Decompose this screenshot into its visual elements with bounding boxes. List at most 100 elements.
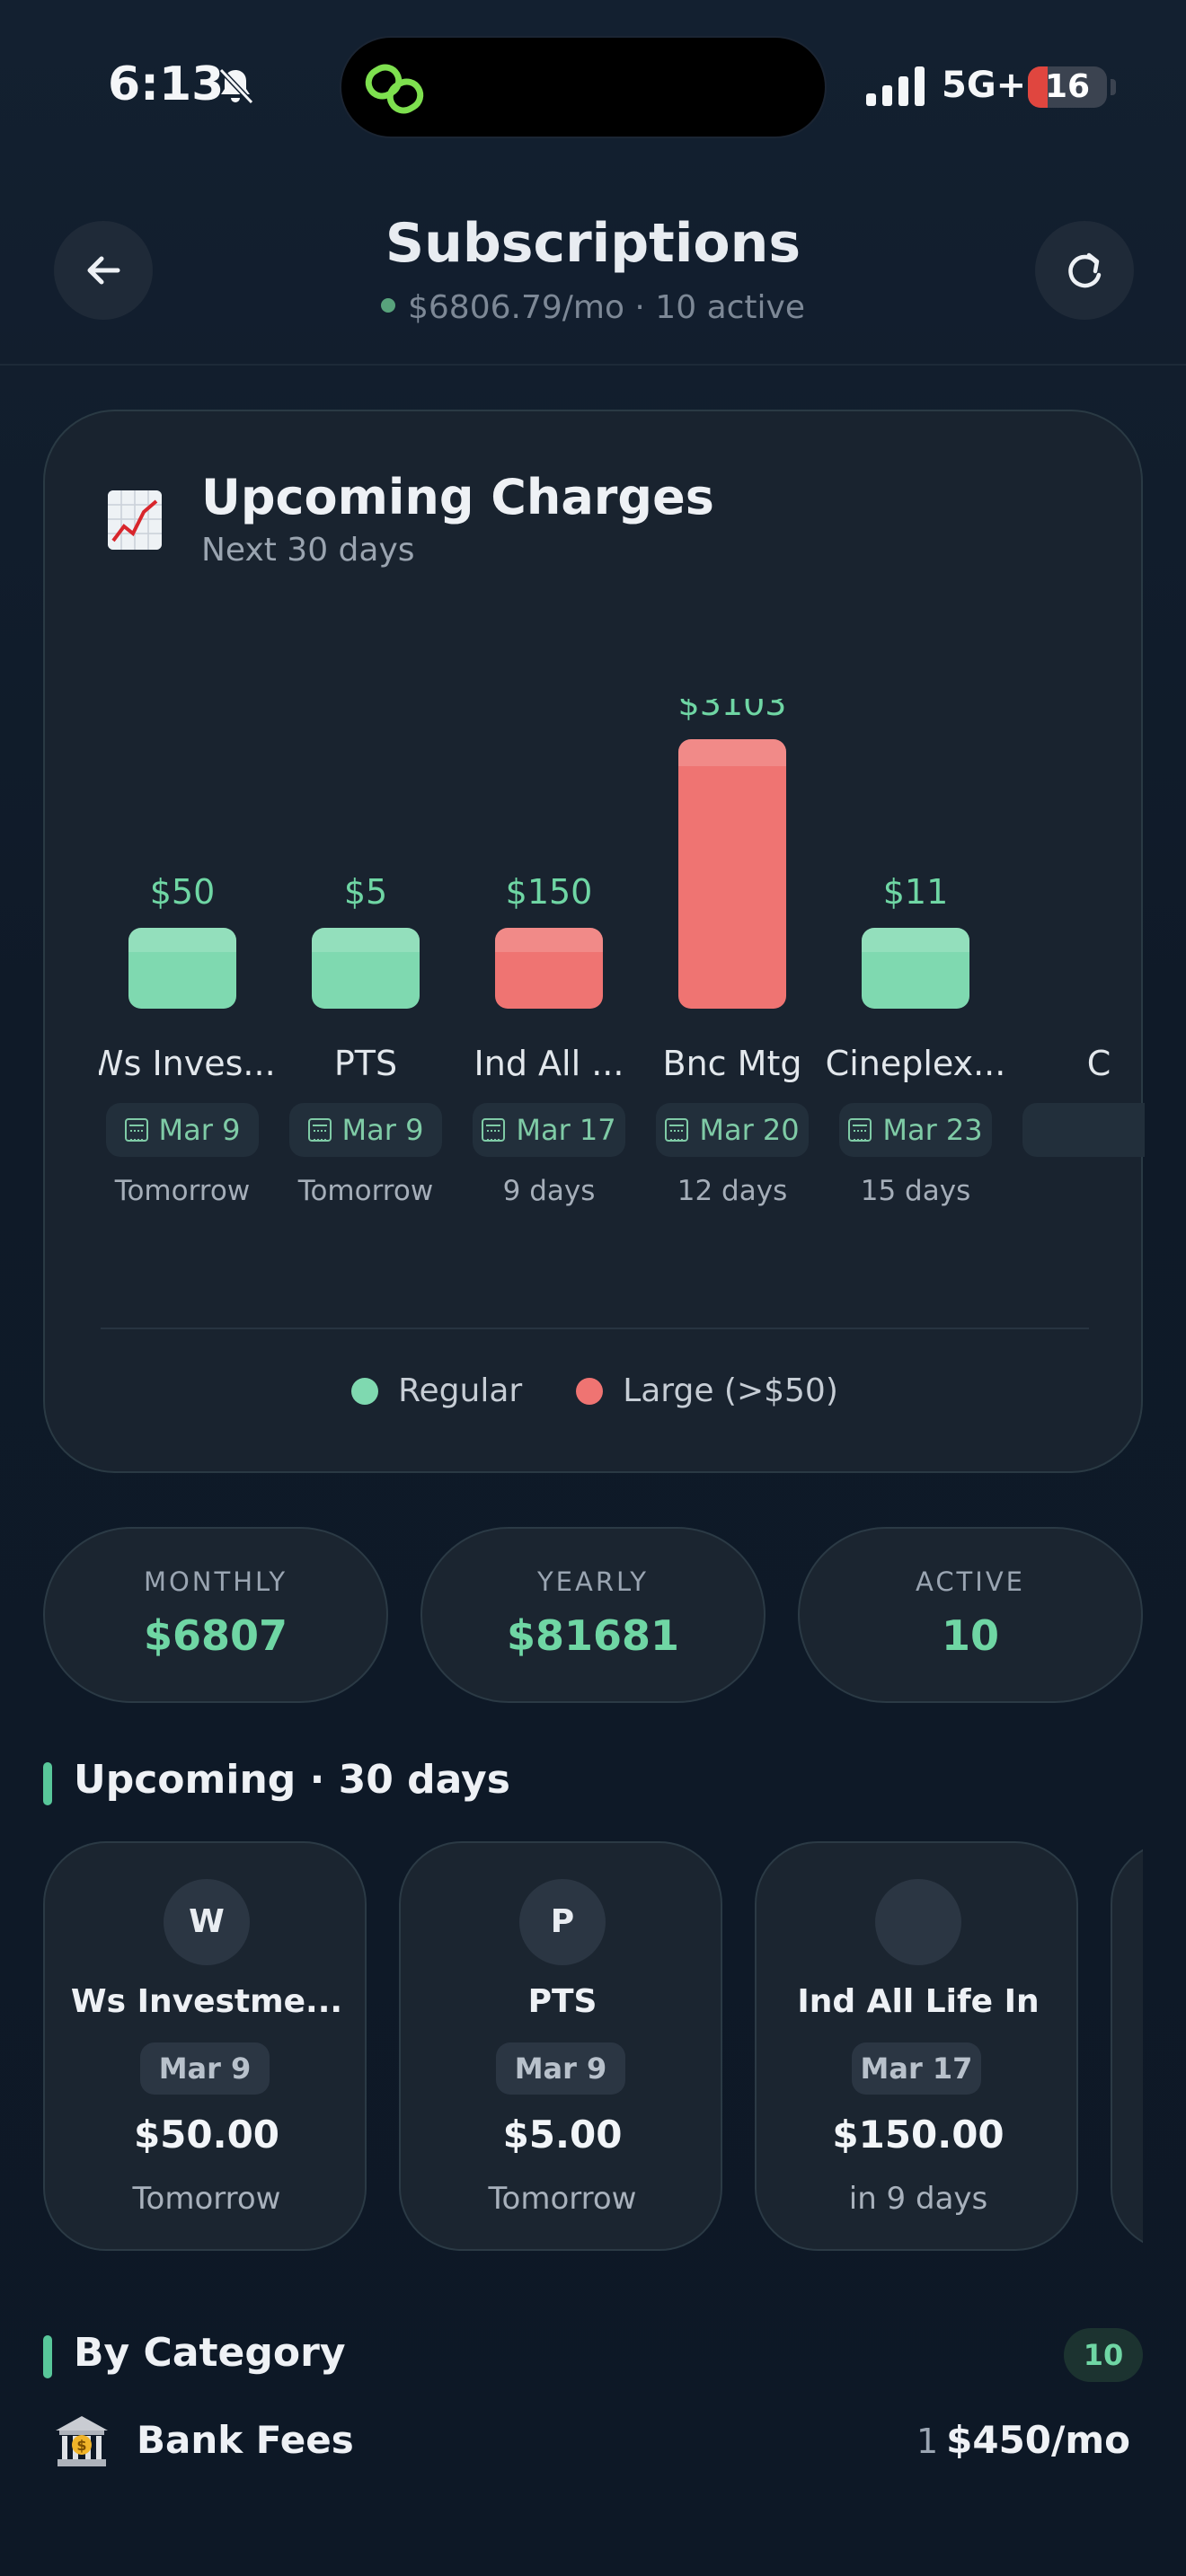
bar-column[interactable]: $3103 Bnc Mtg Mar 20 12 days [649,699,816,1238]
upcoming-card[interactable]: Ind All Life In Mar 17 $150.00 in 9 days [755,1841,1078,2251]
stat-value: 10 [941,1611,999,1660]
bar-category-label: PTS [333,1044,398,1083]
avatar: W [164,1879,250,1965]
upcoming-section-title: Upcoming · 30 days [74,1757,510,1803]
date-chip: Mar 23 [839,1103,992,1157]
bar-highlight [312,928,420,952]
upcoming-when: Tomorrow [132,2181,281,2217]
bar-category-label: Ws Inves... [99,1044,275,1083]
upcoming-amount: $5.00 [502,2113,623,2157]
date-chip: Mar 9 [289,1103,442,1157]
stat-label: YEARLY [536,1566,650,1597]
upcoming-card[interactable]: P PTS Mar 9 $5.00 Tomorrow [399,1841,722,2251]
upcoming-name: Ind All Life In [797,1983,1040,2020]
upcoming-card-partial[interactable] [1111,1841,1143,2251]
refresh-icon [1068,252,1102,288]
bar-category-label: Cineplex... [825,1044,1006,1083]
upcoming-date: Mar 9 [140,2042,270,2095]
category-name: Bank Fees [137,2418,354,2462]
category-section-title: By Category [74,2330,346,2376]
date-chip-partial [1022,1103,1145,1157]
days-until-label: 15 days [860,1175,971,1207]
chart-subtitle: Next 30 days [201,532,415,569]
date-text: Mar 9 [158,1113,241,1147]
days-until-label: Tomorrow [297,1175,434,1207]
legend-label-regular: Regular [398,1372,523,1409]
upcoming-amount: $150.00 [832,2113,1005,2157]
date-text: Mar 17 [516,1113,616,1147]
calendar-icon [848,1118,872,1142]
upcoming-card[interactable]: W Ws Investme... Mar 9 $50.00 Tomorrow [43,1841,367,2251]
stat-active: ACTIVE 10 [798,1527,1143,1703]
calendar-icon [307,1118,332,1142]
svg-text:$: $ [76,2437,86,2454]
status-dot [380,298,395,313]
bar-chart[interactable]: $50 Ws Inves... Mar 9 Tomorrow $5 PTS Mar 9 Tom… [99,699,1145,1238]
legend-item-large: Large (>$50) [576,1372,838,1409]
bar [312,928,420,1009]
stat-label: ACTIVE [915,1566,1025,1597]
bar-value-label: $11 [882,872,949,912]
bar-highlight [495,928,603,952]
days-until-label: Tomorrow [114,1175,251,1207]
upcoming-date: Mar 9 [496,2042,625,2095]
stat-yearly: YEARLY $81681 [420,1527,766,1703]
category-count-badge: 10 [1064,2328,1143,2382]
bar-column[interactable]: $50 Ws Inves... Mar 9 Tomorrow [99,699,275,1238]
chart-legend: Regular Large (>$50) [45,1372,1145,1409]
bar-value-label: $150 [505,872,593,912]
chart-increasing-icon [108,490,162,550]
stat-label: MONTHLY [143,1566,288,1597]
bar-category-label: C [1086,1044,1111,1083]
battery-icon: 16 [1028,66,1107,108]
network-label: 5G+ [942,65,1027,106]
category-count: 1 [916,2422,939,2461]
bar [495,928,603,1009]
stat-value: $81681 [506,1611,680,1660]
status-time: 6:13 [108,57,225,111]
bar-column[interactable]: C [1015,699,1145,1238]
upcoming-date: Mar 17 [852,2042,981,2095]
upcoming-carousel[interactable]: W Ws Investme... Mar 9 $50.00 Tomorrow P… [43,1841,1143,2254]
status-bar: 6:13 5G+ 16 [0,0,1186,144]
signal-icon [866,66,925,106]
bar-category-label: Ind All ... [474,1044,624,1083]
bar-value-label: $3103 [677,699,787,723]
date-text: Mar 23 [882,1113,983,1147]
battery-nub [1111,79,1116,95]
page-subtitle: $6806.79/mo · 10 active [0,289,1186,326]
avatar [875,1879,961,1965]
bell-off-icon [218,67,254,105]
bar-highlight [678,739,786,766]
days-until-label: 9 days [502,1175,596,1207]
header-divider [0,364,1186,366]
section-accent-bar [43,1762,52,1805]
date-text: Mar 20 [699,1113,800,1147]
legend-item-regular: Regular [351,1372,522,1409]
bar [678,739,786,1009]
battery-level: 16 [1044,68,1091,105]
date-chip: Mar 20 [656,1103,809,1157]
calendar-icon [665,1118,689,1142]
refresh-button[interactable] [1035,221,1134,320]
stat-value: $6807 [143,1611,288,1660]
upcoming-charges-card: Upcoming Charges Next 30 days $50 Ws Inve… [43,410,1145,1473]
bar-column[interactable]: $5 PTS Mar 9 Tomorrow [282,699,449,1238]
bar-column[interactable]: $11 Cineplex... Mar 23 15 days [826,699,1006,1238]
section-accent-bar [43,2335,52,2378]
legend-dot-large [576,1377,604,1405]
days-until-label: 12 days [677,1175,788,1207]
bar-category-label: Bnc Mtg [662,1044,802,1083]
calendar-icon [482,1118,506,1142]
upcoming-when: Tomorrow [488,2181,637,2217]
date-chip: Mar 9 [106,1103,259,1157]
bar-highlight [862,928,969,952]
bar [128,928,236,1009]
date-chip: Mar 17 [473,1103,625,1157]
bar-value-label: $5 [343,872,388,912]
bank-icon: $ [56,2416,108,2466]
bar-column[interactable]: $150 Ind All ... Mar 17 9 days [465,699,633,1238]
chart-title: Upcoming Charges [201,469,714,525]
bar-value-label: $50 [149,872,216,912]
legend-dot-regular [351,1377,379,1405]
